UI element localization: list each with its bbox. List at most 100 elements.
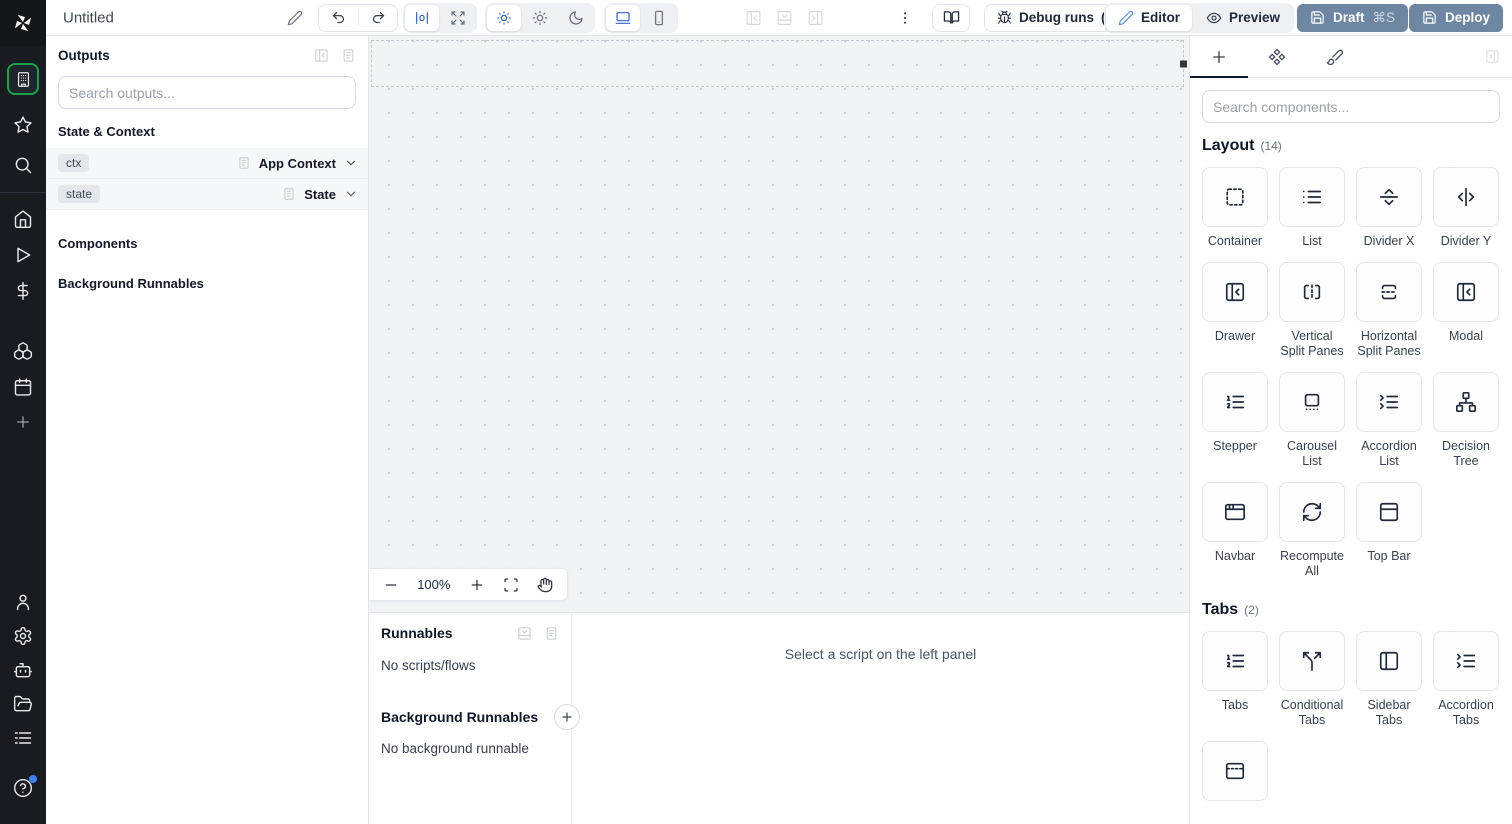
panel-toggles-group [745,9,824,26]
network-icon [1455,391,1477,413]
sidebar-item-workers[interactable] [0,660,46,680]
theme-auto-button[interactable] [487,4,521,31]
tab-styling[interactable] [1306,36,1364,77]
panel-bottom-close-icon[interactable] [776,9,793,26]
doc-icon[interactable] [341,48,356,63]
rename-button[interactable] [287,10,303,26]
component-card[interactable]: Recompute All [1279,482,1345,579]
zoom-out-button[interactable] [383,577,399,593]
moon-icon [568,10,584,26]
search-outputs-input[interactable] [58,76,356,109]
preview-tab[interactable]: Preview [1194,5,1292,31]
sidebar-bottom-group [0,592,46,824]
component-card[interactable]: List [1279,167,1345,249]
tab-insert-component[interactable] [1190,36,1248,78]
deploy-button[interactable]: Deploy [1409,3,1504,32]
chevron-down-icon[interactable] [344,187,358,201]
scan-icon [503,577,519,593]
eye-icon [1206,10,1222,26]
sidebar-item-search[interactable] [0,155,46,175]
panel-left-close-icon [1224,281,1246,303]
pan-mode-button[interactable] [537,577,553,593]
debug-runs-label: Debug runs [1019,10,1095,25]
doc-icon[interactable] [544,626,559,641]
theme-dark-button[interactable] [559,5,593,31]
sidebar-item-resources[interactable] [0,341,46,361]
component-card[interactable]: Sidebar Tabs [1356,631,1422,728]
search-components-input[interactable] [1202,90,1500,123]
theme-light-button[interactable] [523,5,557,31]
center-content-button[interactable] [405,4,439,31]
component-card[interactable]: Divider Y [1433,167,1499,249]
component-label: Divider X [1363,234,1415,248]
component-label: Conditional Tabs [1280,698,1344,727]
sidebar-item-logs[interactable] [0,728,46,748]
doc-icon[interactable] [237,156,251,170]
component-card[interactable]: Vertical Split Panes [1279,262,1345,359]
mobile-view-button[interactable] [642,5,676,31]
app-canvas[interactable]: 100% [369,36,1189,613]
docs-button[interactable] [932,3,970,32]
sidebar-item-favorites[interactable] [0,115,46,135]
panel-left-close-icon[interactable] [314,48,329,63]
component-card[interactable]: Conditional Tabs [1279,631,1345,728]
sidebar-item-home[interactable] [0,209,46,229]
component-card[interactable]: Tabs [1202,631,1268,728]
component-card[interactable]: Accordion Tabs [1433,631,1499,728]
tab-component-settings[interactable] [1248,36,1306,77]
component-card[interactable]: Stepper [1202,372,1268,469]
draft-button[interactable]: Draft ⌘S [1297,3,1409,32]
resize-handle[interactable] [1180,60,1187,67]
output-row[interactable]: ctx App Context [46,148,368,179]
component-label: Container [1207,234,1263,248]
canvas-drop-zone[interactable] [371,40,1187,87]
component-label: Recompute All [1280,549,1344,578]
sidebar-item-user[interactable] [0,592,46,612]
component-card[interactable]: Drawer [1202,262,1268,359]
preview-label: Preview [1229,10,1281,25]
desktop-view-button[interactable] [606,4,640,31]
component-card[interactable] [1202,741,1268,822]
panel-left-close-icon[interactable] [745,9,762,26]
sidebar-item-runs[interactable] [0,245,46,265]
collapse-panel-button[interactable] [1485,49,1500,64]
component-label: Carousel List [1286,439,1338,468]
dollar-icon [13,281,33,301]
star-icon [13,115,33,135]
expand-canvas-button[interactable] [441,5,475,31]
bug-icon [997,10,1012,25]
sidebar-item-help[interactable] [0,775,46,798]
component-card[interactable]: Horizontal Split Panes [1356,262,1422,359]
search-icon [13,155,33,175]
component-card[interactable]: Container [1202,167,1268,249]
chevron-down-icon[interactable] [344,156,358,170]
output-row[interactable]: state State [46,179,368,210]
editor-label: Editor [1141,10,1180,25]
sidebar-item-add[interactable] [0,413,46,431]
sidebar-item-folders[interactable] [0,694,46,714]
component-card[interactable]: Carousel List [1279,372,1345,469]
component-card[interactable]: Navbar [1202,482,1268,579]
zoom-in-button[interactable] [469,577,485,593]
panel-bottom-close-icon[interactable] [517,626,532,641]
sidebar-item-variables[interactable] [0,281,46,301]
fit-view-button[interactable] [503,577,519,593]
doc-icon[interactable] [282,187,296,201]
more-menu-button[interactable] [897,10,913,26]
redo-button[interactable] [358,10,397,25]
undo-button[interactable] [319,10,358,25]
minus-icon [383,577,399,593]
editor-tab[interactable]: Editor [1106,4,1192,31]
windmill-logo[interactable] [0,0,46,46]
component-card[interactable]: Top Bar [1356,482,1422,579]
sidebar-item-settings[interactable] [0,626,46,646]
sidebar-item-apps[interactable] [7,63,39,95]
component-card[interactable]: Accordion List [1356,372,1422,469]
component-card[interactable]: Modal [1433,262,1499,359]
component-card[interactable]: Decision Tree [1433,372,1499,469]
deploy-group: Deploy [1409,3,1504,32]
component-card[interactable]: Divider X [1356,167,1422,249]
sidebar-item-schedules[interactable] [0,377,46,397]
panel-right-close-icon[interactable] [807,9,824,26]
component-icon [1268,48,1286,66]
